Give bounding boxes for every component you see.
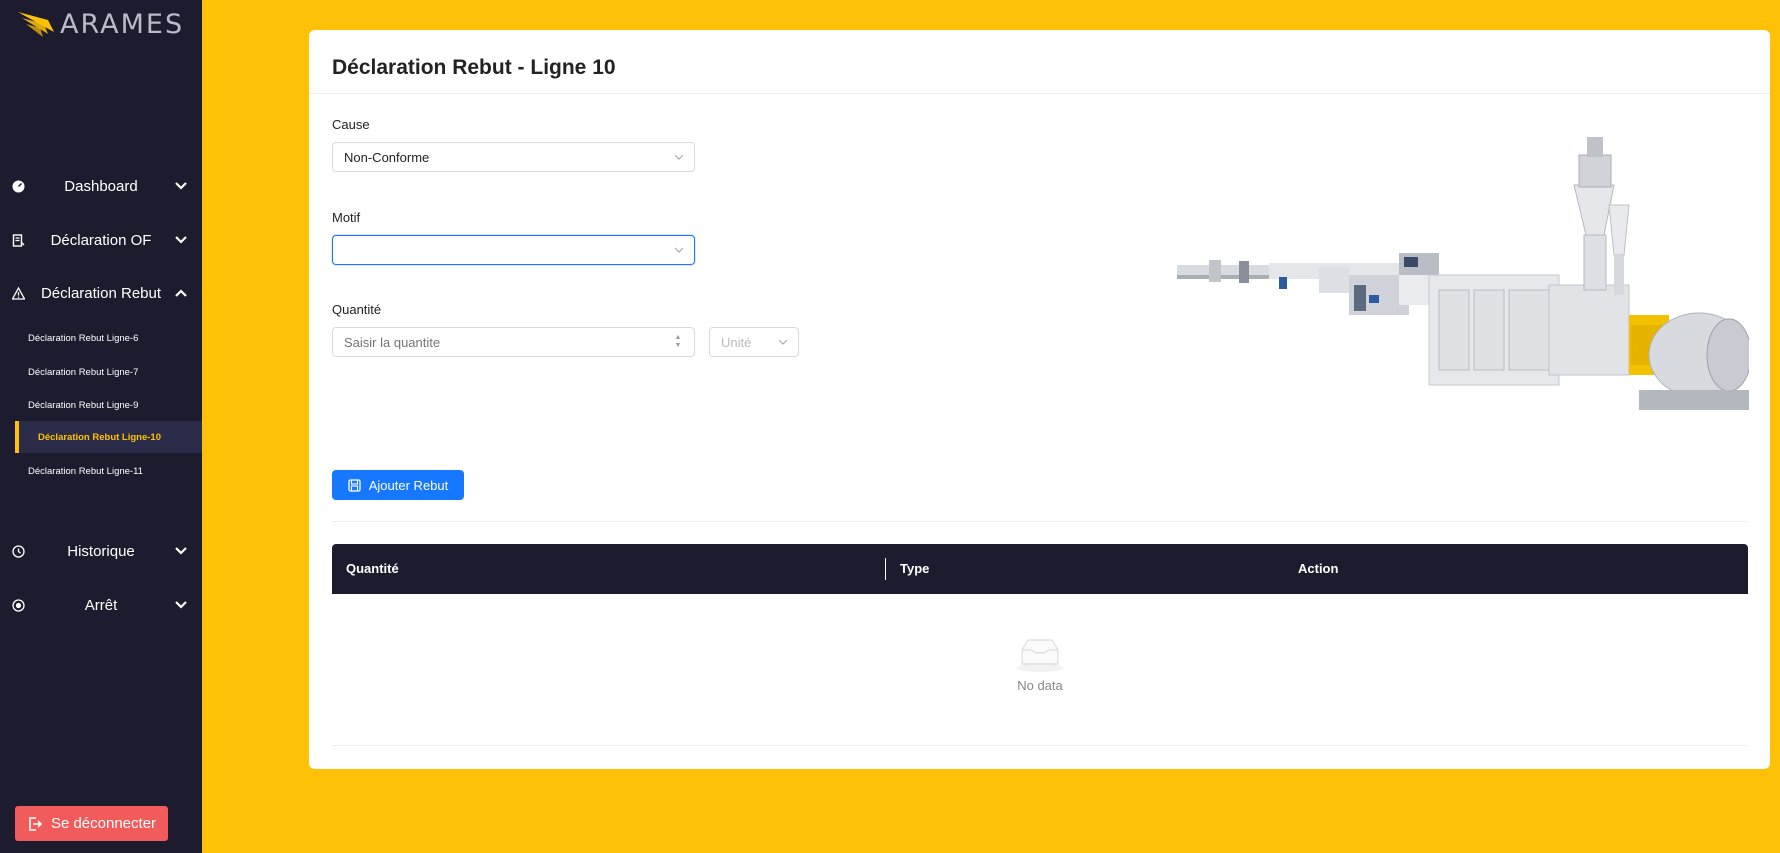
unit-select[interactable]: Unité	[709, 327, 799, 357]
stop-icon	[11, 598, 25, 612]
save-icon	[348, 478, 361, 492]
sidebar: ARAMES Dashboard Déclaration OF Déclarat…	[0, 0, 202, 853]
dashboard-icon	[11, 179, 25, 193]
history-icon	[11, 544, 25, 558]
nav-arret[interactable]: Arrêt	[0, 585, 202, 625]
empty-inbox-icon	[1016, 638, 1064, 672]
ajouter-rebut-label: Ajouter Rebut	[368, 477, 449, 493]
motif-label: Motif	[332, 210, 361, 225]
section-divider	[332, 521, 1747, 522]
quantite-input[interactable]	[332, 327, 695, 357]
chevron-down-icon	[175, 601, 187, 609]
quantity-stepper[interactable]: ▲ ▼	[669, 331, 687, 353]
sidebar-item-rebut-ligne-6[interactable]: Déclaration Rebut Ligne-6	[0, 322, 202, 354]
nav-declaration-of[interactable]: Déclaration OF	[0, 220, 202, 260]
quantite-label: Quantité	[332, 302, 382, 317]
cause-value: Non-Conforme	[344, 149, 430, 165]
empty-text: No data	[1017, 677, 1063, 693]
nav-historique-label: Historique	[67, 542, 135, 560]
cause-select[interactable]: Non-Conforme	[332, 142, 695, 172]
page-title: Déclaration Rebut - Ligne 10	[332, 56, 616, 79]
chevron-up-icon	[175, 289, 187, 297]
nav-dashboard[interactable]: Dashboard	[0, 166, 202, 206]
sidebar-item-rebut-ligne-10[interactable]: Déclaration Rebut Ligne-10	[15, 421, 202, 453]
column-header-action[interactable]: Action	[1298, 561, 1338, 576]
nav-declaration-rebut[interactable]: Déclaration Rebut	[0, 273, 202, 313]
sidebar-item-rebut-ligne-9[interactable]: Déclaration Rebut Ligne-9	[0, 389, 202, 421]
bottom-divider	[332, 745, 1747, 746]
column-header-quantite[interactable]: Quantité	[346, 561, 399, 576]
quantite-row: ▲ ▼ Unité	[309, 327, 829, 357]
extrusion-machine-image	[1177, 137, 1749, 410]
logout-label: Se déconnecter	[50, 815, 157, 832]
logo-text: ARAMES	[60, 8, 185, 40]
column-separator	[885, 558, 886, 580]
nav-arret-label: Arrêt	[84, 596, 118, 614]
logout-icon	[29, 816, 43, 831]
document-icon	[11, 233, 25, 247]
ajouter-rebut-button[interactable]: Ajouter Rebut	[332, 470, 464, 500]
column-header-type[interactable]: Type	[900, 561, 929, 576]
wing-logo-icon	[18, 12, 54, 37]
chevron-down-icon	[175, 182, 187, 190]
nav-declaration-of-label: Déclaration OF	[50, 231, 152, 249]
logo: ARAMES	[18, 6, 184, 42]
chevron-down-icon	[778, 339, 788, 345]
nav-declaration-rebut-label: Déclaration Rebut	[40, 284, 162, 302]
nav-historique[interactable]: Historique	[0, 531, 202, 571]
cause-label: Cause	[332, 117, 370, 132]
warning-icon	[11, 286, 25, 300]
table-empty-state: No data	[332, 594, 1748, 734]
unit-placeholder: Unité	[721, 334, 752, 350]
chevron-down-icon	[674, 154, 684, 160]
motif-select[interactable]	[332, 235, 695, 265]
chevron-down-icon	[674, 247, 684, 253]
sidebar-item-rebut-ligne-11[interactable]: Déclaration Rebut Ligne-11	[0, 455, 202, 487]
stepper-up-icon[interactable]: ▲	[675, 334, 682, 342]
sidebar-item-rebut-ligne-7[interactable]: Déclaration Rebut Ligne-7	[0, 356, 202, 388]
form-card: Déclaration Rebut - Ligne 10 Cause Non-C…	[309, 30, 1770, 769]
table-header: Quantité Type Action	[332, 544, 1748, 594]
chevron-down-icon	[175, 547, 187, 555]
chevron-down-icon	[175, 236, 187, 244]
nav-dashboard-label: Dashboard	[64, 177, 138, 195]
title-divider	[309, 93, 1770, 94]
stepper-down-icon[interactable]: ▼	[675, 342, 682, 350]
logout-button[interactable]: Se déconnecter	[15, 806, 168, 841]
